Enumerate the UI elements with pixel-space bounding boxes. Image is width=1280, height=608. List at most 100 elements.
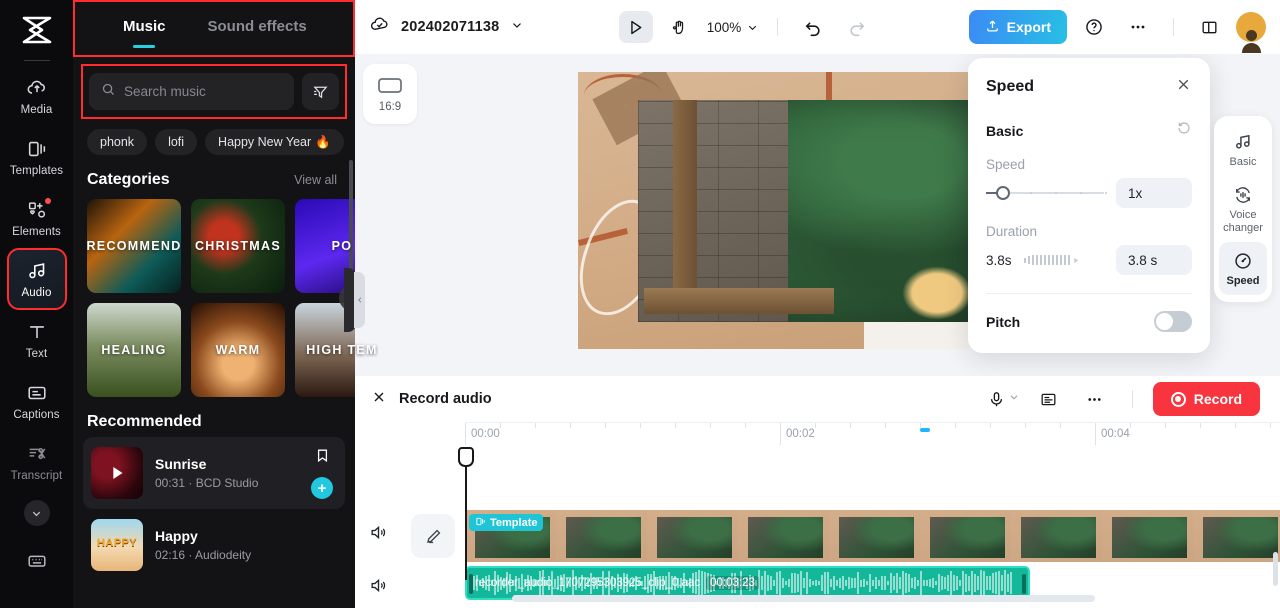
timeline-vertical-scrollbar[interactable]	[1273, 552, 1278, 586]
sidebar-item-label: Media	[20, 103, 53, 116]
select-tool-cursor-arrow-icon[interactable]	[618, 11, 653, 43]
tool-basic[interactable]: Basic	[1219, 123, 1267, 176]
chip-happy-new-year[interactable]: Happy New Year 🔥	[205, 129, 344, 155]
categories-header: Categories View all	[73, 155, 355, 189]
play-icon[interactable]	[91, 447, 143, 499]
audio-clip-trim-left[interactable]	[469, 574, 473, 594]
sidebar-item-label: Captions	[13, 408, 60, 421]
tool-label: Voice changer	[1223, 209, 1263, 234]
view-all-link[interactable]: View all	[294, 173, 337, 187]
fire-emoji-icon: 🔥	[315, 134, 331, 149]
audio-clip-trim-right[interactable]	[1022, 574, 1026, 594]
close-icon[interactable]	[1175, 76, 1192, 98]
sidebar-item-templates[interactable]: Templates	[9, 128, 65, 186]
timeline-horizontal-scrollbar[interactable]	[512, 595, 1095, 602]
speed-slider[interactable]	[986, 184, 1107, 202]
toolbar-divider	[777, 18, 779, 36]
speed-value-field[interactable]: 1x	[1116, 178, 1192, 208]
preview-photo	[638, 100, 976, 322]
video-frame	[920, 510, 1011, 562]
song-thumbnail	[91, 447, 143, 499]
aspect-ratio-button[interactable]: 16:9	[363, 64, 417, 124]
tab-sound-effects[interactable]: Sound effects	[208, 18, 307, 39]
song-meta: Happy 02:16 · Audiodeity	[155, 528, 333, 562]
search-input[interactable]	[124, 84, 282, 99]
export-button[interactable]: Export	[968, 10, 1067, 44]
cloud-check-icon[interactable]	[369, 14, 390, 40]
sidebar-collapse-chevron-down-icon[interactable]	[23, 500, 50, 526]
search-input-wrapper[interactable]	[89, 73, 294, 110]
category-card[interactable]: HEALING	[87, 303, 181, 397]
bookmark-icon[interactable]	[314, 447, 331, 469]
video-clip[interactable]: Template	[465, 510, 1280, 562]
video-frame	[556, 510, 647, 562]
project-chevron-down-icon[interactable]	[510, 18, 524, 37]
edit-track-pencil-icon[interactable]	[411, 514, 455, 558]
category-card[interactable]: RECOMMEND	[87, 199, 181, 293]
category-label: PO	[331, 238, 353, 253]
sidebar-item-audio[interactable]: Audio	[6, 248, 67, 310]
slider-pip	[1030, 192, 1032, 194]
sidebar-item-elements[interactable]: Elements	[9, 189, 65, 247]
playhead[interactable]	[458, 447, 474, 580]
list-item[interactable]: Happy 02:16 · Audiodeity	[83, 509, 345, 581]
more-options-ellipsis-icon[interactable]	[1121, 11, 1155, 43]
reset-icon[interactable]	[1176, 120, 1192, 141]
close-record-audio-icon[interactable]	[371, 389, 387, 410]
slider-knob[interactable]	[996, 186, 1010, 200]
add-song-button[interactable]: +	[311, 477, 333, 499]
sidebar-item-label: Elements	[12, 225, 61, 238]
keyboard-icon[interactable]	[26, 550, 48, 577]
duration-value-field[interactable]: 3.8 s	[1116, 245, 1192, 275]
speed-basic-row: Basic	[986, 120, 1192, 141]
chip-lofi[interactable]: lofi	[155, 129, 198, 155]
chip-phonk[interactable]: phonk	[87, 129, 148, 155]
microphone-selector[interactable]	[987, 390, 1020, 409]
redo-icon[interactable]	[840, 11, 874, 43]
filter-icon[interactable]	[302, 73, 339, 110]
category-card[interactable]: CHRISTMAS	[191, 199, 285, 293]
timeline-title: Record audio	[399, 391, 492, 407]
sidebar-item-text[interactable]: Text	[9, 311, 65, 369]
preview-flower	[902, 266, 972, 320]
chip-label: lofi	[168, 135, 185, 149]
recommended-header: Recommended	[73, 397, 355, 431]
category-card[interactable]: WARM	[191, 303, 285, 397]
pitch-toggle[interactable]	[1154, 311, 1192, 332]
panel-collapse-handle[interactable]	[354, 272, 365, 328]
video-frame	[738, 510, 829, 562]
speed-control-row: 1x	[986, 178, 1192, 208]
tool-label: Basic	[1229, 156, 1257, 168]
left-sidebar: Media Templates Elements Audio Text Capt…	[0, 0, 73, 608]
list-item[interactable]: Sunrise 00:31 · BCD Studio +	[83, 437, 345, 509]
category-grid: RECOMMEND CHRISTMAS PO HEALING WARM HIGH…	[73, 189, 389, 397]
split-layout-icon[interactable]	[1192, 11, 1226, 43]
sidebar-item-transcript[interactable]: Transcript	[9, 433, 65, 491]
video-track-speaker-icon[interactable]	[369, 523, 388, 547]
pitch-row: Pitch	[986, 311, 1192, 332]
timeline-marker[interactable]	[920, 428, 930, 432]
playhead-handle[interactable]	[458, 447, 474, 467]
timeline-area: Record audio Record 00:00 00:02 00:04 Te…	[355, 376, 1280, 608]
help-question-mark-icon[interactable]	[1077, 11, 1111, 43]
hand-tool-icon[interactable]	[663, 11, 697, 43]
tag-chips: phonk lofi Happy New Year 🔥	[73, 119, 355, 155]
undo-icon[interactable]	[796, 11, 830, 43]
sidebar-divider	[23, 60, 50, 61]
tool-voice-changer[interactable]: Voice changer	[1219, 176, 1267, 242]
categories-title: Categories	[87, 171, 170, 188]
tool-speed[interactable]: Speed	[1219, 242, 1267, 295]
audio-track-speaker-icon[interactable]	[369, 576, 388, 600]
timeline-ruler[interactable]: 00:00 00:02 00:04	[465, 422, 1280, 448]
video-preview[interactable]	[578, 72, 976, 349]
avatar[interactable]	[1236, 12, 1266, 53]
record-button[interactable]: Record	[1152, 382, 1260, 416]
ruler-label: 00:02	[786, 428, 815, 440]
sidebar-item-captions[interactable]: Captions	[9, 372, 65, 430]
sidebar-item-label: Audio	[21, 286, 52, 299]
timeline-more-ellipsis-icon[interactable]	[1078, 383, 1112, 415]
script-icon[interactable]	[1032, 383, 1066, 415]
zoom-level-selector[interactable]: 100%	[707, 20, 760, 35]
sidebar-item-media[interactable]: Media	[9, 67, 65, 125]
tab-music[interactable]: Music	[123, 18, 166, 39]
